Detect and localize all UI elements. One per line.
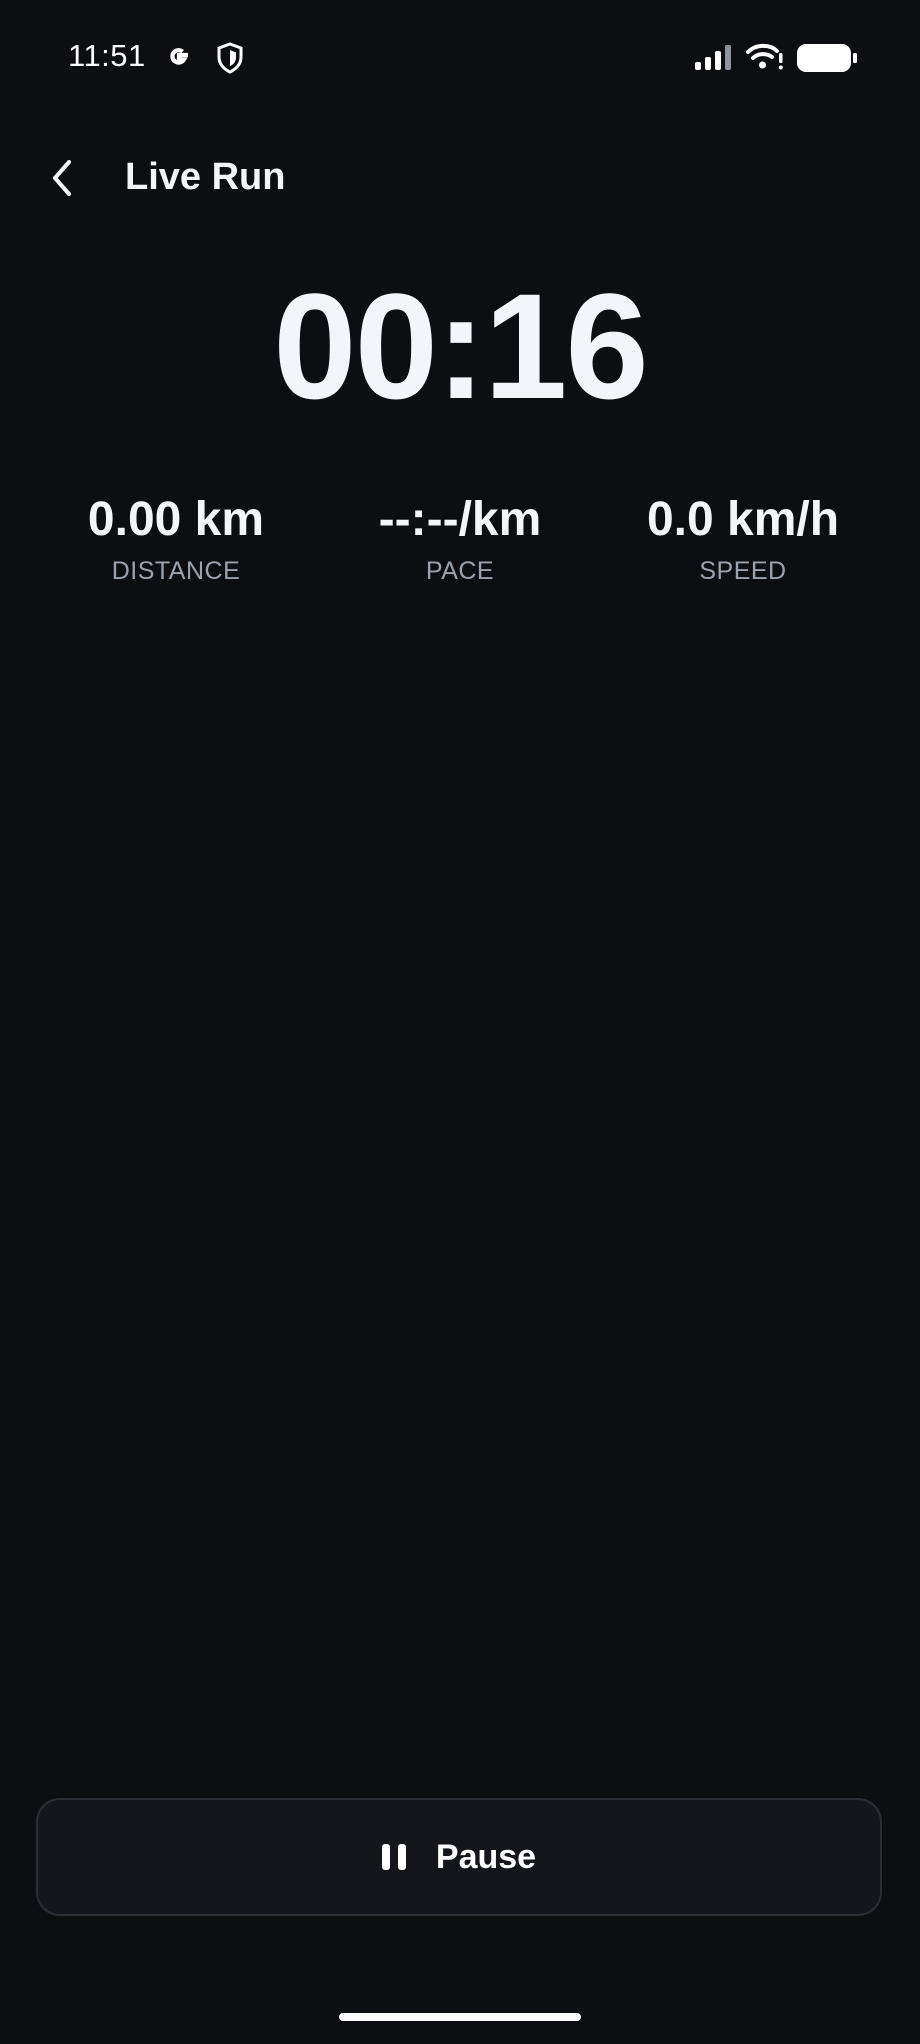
- app-header: Live Run: [0, 130, 920, 226]
- pace-stat: --:--/km PACE: [320, 490, 600, 586]
- distance-label: DISTANCE: [111, 557, 241, 585]
- home-indicator[interactable]: [339, 2013, 581, 2021]
- pause-bar-right: [397, 1844, 406, 1870]
- chevron-left-icon: [53, 160, 71, 196]
- distance-value: 0.00 km: [87, 493, 265, 546]
- status-time: 11:51: [68, 38, 146, 73]
- google-icon: [170, 48, 188, 65]
- signal-icon: [695, 45, 731, 70]
- shield-icon: [217, 42, 243, 74]
- pause-label: Pause: [435, 1837, 537, 1876]
- pace-label: PACE: [425, 557, 495, 585]
- pause-button[interactable]: Pause: [36, 1798, 882, 1916]
- pace-value: --:--/km: [378, 493, 542, 546]
- elapsed-timer: 00:16: [273, 262, 649, 430]
- pause-icon: [381, 1844, 406, 1870]
- battery-icon: [797, 44, 857, 72]
- speed-value: 0.0 km/h: [646, 493, 840, 546]
- back-button[interactable]: [38, 150, 86, 206]
- pause-bar-left: [381, 1844, 390, 1870]
- run-stats: 0.00 km DISTANCE --:--/km PACE 0.0 km/h …: [0, 490, 920, 600]
- distance-stat: 0.00 km DISTANCE: [36, 490, 316, 586]
- speed-stat: 0.0 km/h SPEED: [603, 490, 883, 586]
- status-bar: 11:51: [0, 0, 920, 116]
- page-title: Live Run: [125, 156, 286, 198]
- speed-label: SPEED: [699, 557, 787, 585]
- wifi-icon: [746, 43, 783, 70]
